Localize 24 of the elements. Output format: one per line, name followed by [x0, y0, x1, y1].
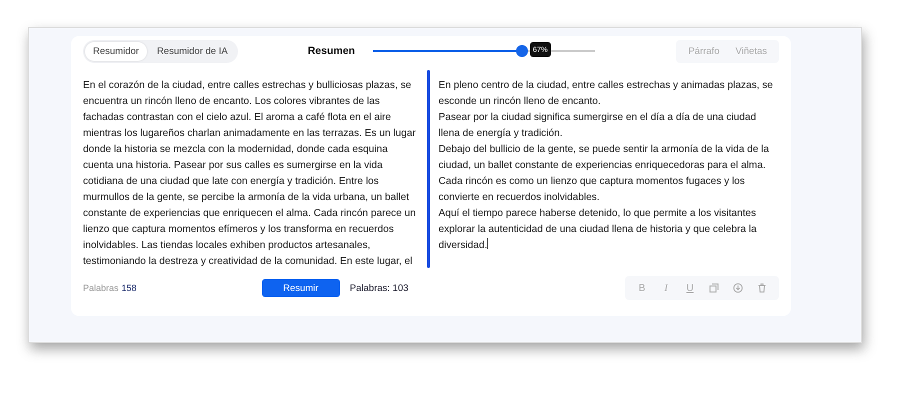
summary-paragraph: En pleno centro de la ciudad, entre calles estrechas y animadas plazas, se esconde un rincón lleno de encanto. — [438, 79, 774, 110]
summary-paragraph: Pasear por la ciudad significa sumergirse en el día a día de una ciudad llena de energía y tradición. — [438, 111, 758, 142]
mode-tab[interactable]: Resumidor — [85, 42, 147, 61]
format-tab[interactable]: Viñetas — [727, 42, 775, 61]
format-tab[interactable]: Párrafo — [680, 42, 728, 61]
summary-paragraph: Cada rincón es como un lienzo que captura momentos fugaces y los convierte en recuerdos inolvidables. — [438, 175, 746, 206]
summary-paragraph: Debajo del bullicio de la gente, se puede sentir la armonía de la vida de la ciudad, un ballet constante de experiencias enriquecedoras para el alma. — [438, 143, 770, 174]
slider-thumb[interactable] — [516, 45, 528, 58]
word-count-label: Palabras — [83, 283, 119, 294]
download-icon — [733, 283, 743, 294]
input-text[interactable]: En el corazón de la ciudad, entre calles estrechas y bulliciosas plazas, se encuentra un rincón lleno de encanto. Los colores vibrantes de las fachadas contrastan con el cielo azul. El aroma a café flota en el aire mientras los lugareños charlan animadamente en las terrazas. Es un lugar donde la historia se mezcla con la modernidad, donde cada esquina cuenta una historia. Pasear por sus calles es sumergirse en la vida cotidiana de una ciudad que late con energía y tradición. Entre los murmullos de la gente, se percibe la armonía de la vida urbana, un ballet constante de experiencias que enriquecen el alma. Cada rincón parece un lienzo que captura momentos efímeros y los transforma en recuerdos inolvidables. Las tiendas locales exhiben productos artesanales, testimoniando la destreza y creatividad de la comunidad. En este lugar, el — [83, 78, 421, 270]
mode-tab[interactable]: Resumidor de IA — [148, 42, 236, 61]
slider-label: Resumen — [308, 45, 355, 58]
summary-paragraph: Aquí el tiempo parece haberse detenido, lo que permite a los visitantes explorar la autenticidad de una ciudad llena de historia y que celebra la diversidad. — [438, 207, 758, 254]
trash-icon — [757, 283, 767, 294]
bold-button[interactable]: B — [631, 280, 653, 296]
splitter-bar[interactable] — [426, 70, 430, 268]
copy-icon — [709, 283, 719, 294]
underline-button[interactable]: U — [679, 280, 701, 296]
text-cursor — [487, 238, 488, 250]
word-count: 158 — [122, 283, 137, 294]
summarize-button[interactable]: Resumir — [262, 279, 340, 298]
output-word-count: Palabras: 103 — [350, 282, 410, 294]
italic-button[interactable]: I — [655, 280, 677, 296]
